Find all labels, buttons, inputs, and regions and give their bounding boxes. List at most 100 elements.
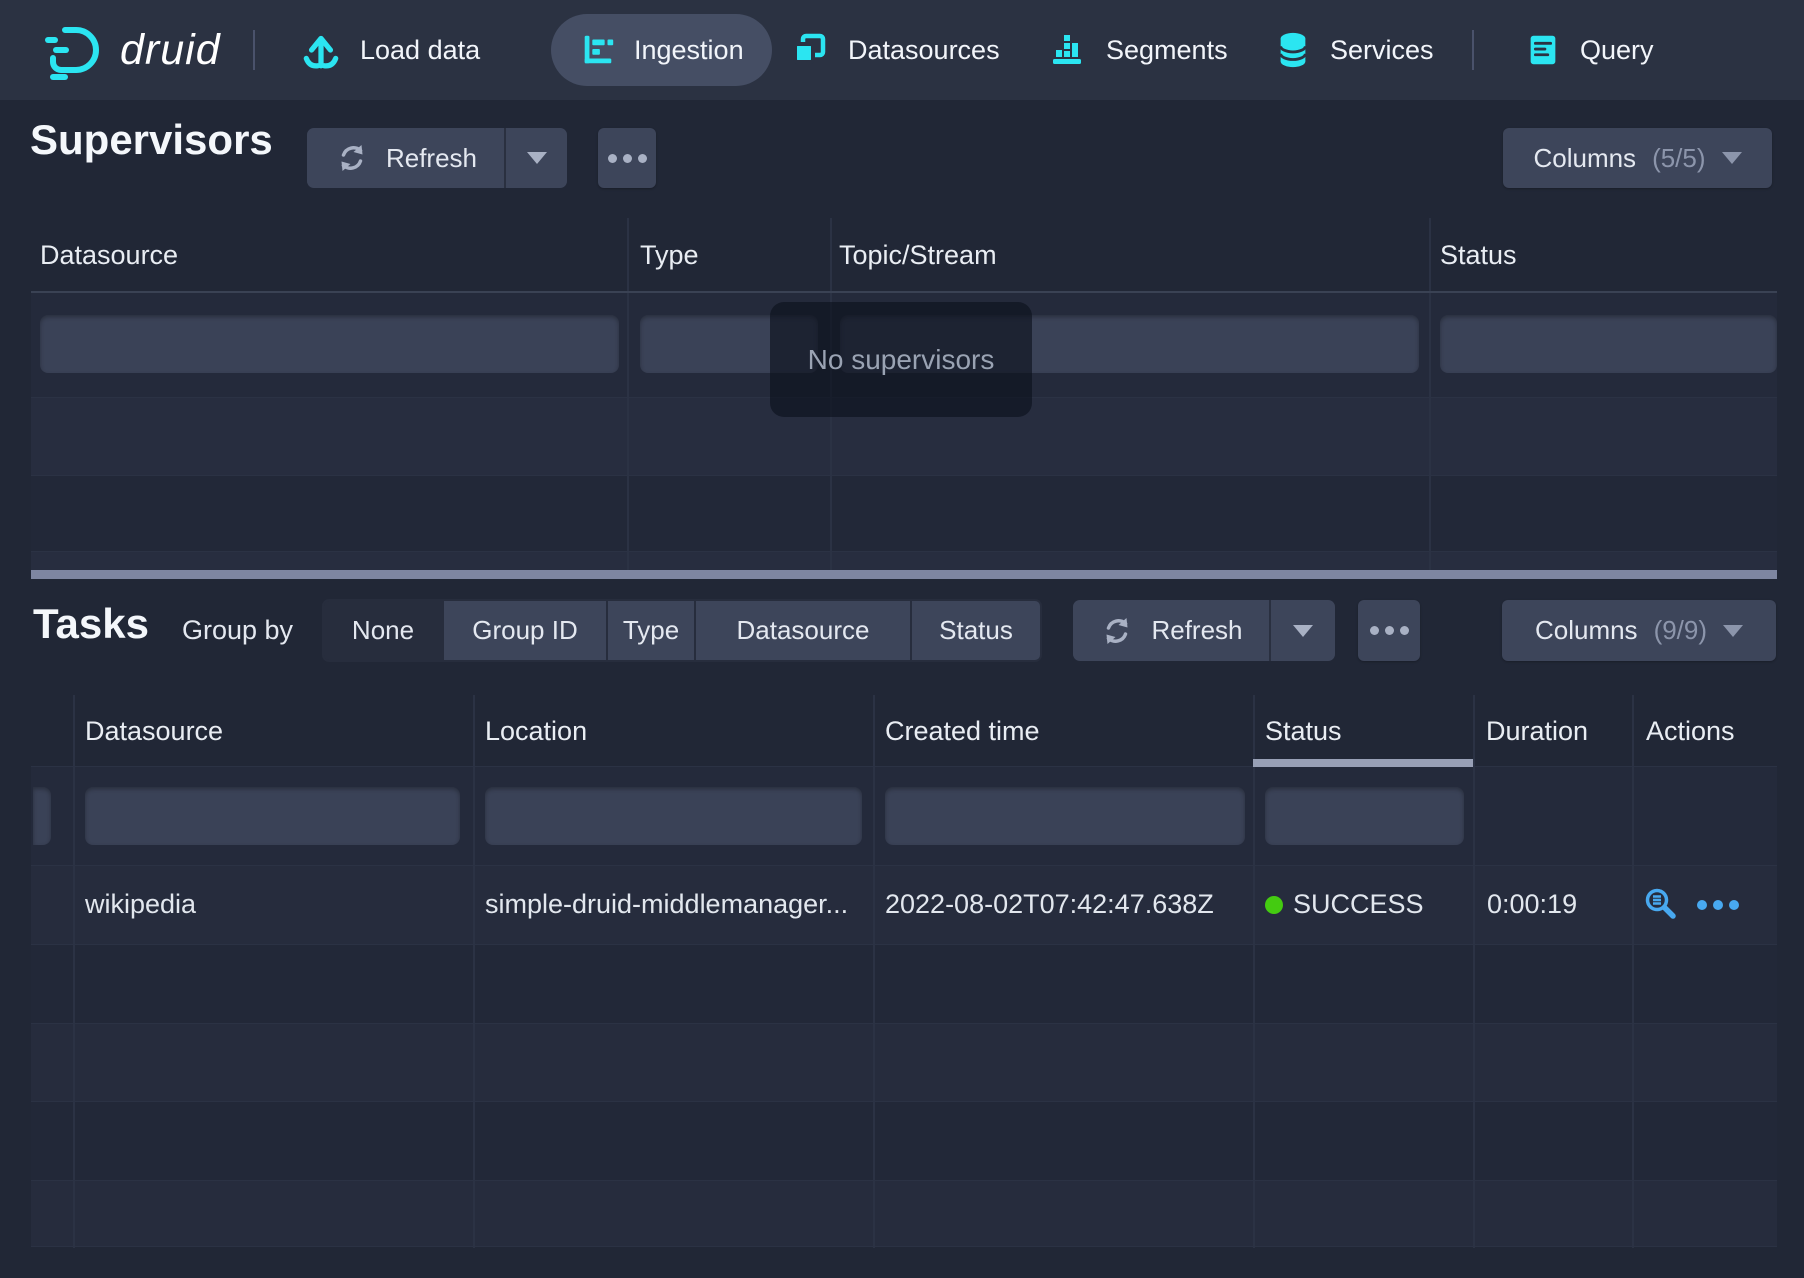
- supervisors-refresh-split-button: Refresh: [307, 128, 567, 188]
- tasks-more-button[interactable]: [1358, 600, 1420, 661]
- column-divider: [1473, 695, 1475, 1248]
- column-header-status[interactable]: Status: [1440, 218, 1517, 293]
- brand-wordmark: druid: [120, 26, 221, 75]
- location-filter-input[interactable]: [485, 787, 862, 845]
- columns-count: (5/5): [1652, 143, 1705, 174]
- column-divider: [873, 695, 875, 1248]
- nav-item-label: Ingestion: [634, 35, 744, 66]
- tasks-title: Tasks: [33, 600, 149, 648]
- column-header-type[interactable]: Type: [640, 218, 699, 293]
- task-actions-cell: [1643, 865, 1739, 944]
- column-header-topic-stream[interactable]: Topic/Stream: [839, 218, 997, 293]
- task-actions-more-icon[interactable]: [1697, 900, 1739, 910]
- created-time-filter-input[interactable]: [885, 787, 1245, 845]
- query-console-icon: [1524, 31, 1562, 69]
- success-status-dot: [1265, 896, 1283, 914]
- chevron-down-icon: [1722, 152, 1742, 164]
- column-header-datasource[interactable]: Datasource: [40, 218, 178, 293]
- column-divider: [1253, 695, 1255, 1248]
- row-divider: [31, 1023, 1777, 1024]
- sort-indicator-status: [1253, 759, 1473, 767]
- column-divider: [1429, 218, 1431, 570]
- task-status-cell: SUCCESS: [1265, 865, 1470, 944]
- layers-icon: [790, 30, 830, 70]
- column-header-duration[interactable]: Duration: [1486, 695, 1588, 767]
- row-divider: [31, 551, 1777, 552]
- group-by-status-button[interactable]: Status: [912, 601, 1040, 660]
- column-divider: [73, 695, 75, 1248]
- task-datasource-cell: wikipedia: [85, 865, 455, 944]
- horizontal-scrollbar[interactable]: [31, 570, 1777, 579]
- supervisors-columns-button[interactable]: Columns (5/5): [1503, 128, 1772, 188]
- nav-divider: [1472, 30, 1474, 70]
- row-divider: [31, 475, 1777, 476]
- status-filter-input[interactable]: [1440, 315, 1777, 373]
- task-duration-cell: 0:00:19: [1487, 865, 1627, 944]
- group-by-none-button[interactable]: None: [324, 601, 442, 660]
- druid-console: druid Load data: [0, 0, 1804, 1278]
- row-divider: [31, 1246, 1777, 1247]
- supervisors-empty-row: [31, 551, 1777, 570]
- nav-item-label: Datasources: [848, 35, 1000, 66]
- supervisors-refresh-button[interactable]: Refresh: [307, 128, 504, 188]
- header-divider: [31, 291, 1777, 293]
- column-header-location[interactable]: Location: [485, 695, 587, 767]
- column-divider: [1632, 695, 1634, 1248]
- tasks-refresh-split-button: Refresh: [1073, 600, 1335, 661]
- group-by-type-button[interactable]: Type: [608, 601, 694, 660]
- supervisors-more-button[interactable]: [598, 128, 656, 188]
- column-header-created-time[interactable]: Created time: [885, 695, 1040, 767]
- columns-count: (9/9): [1654, 615, 1707, 646]
- column-header-actions[interactable]: Actions: [1646, 695, 1735, 767]
- upload-arrow-icon: [300, 29, 342, 71]
- nav-item-datasources[interactable]: Datasources: [790, 0, 1000, 100]
- task-created-time-cell: 2022-08-02T07:42:47.638Z: [885, 865, 1250, 944]
- tasks-empty-row: [31, 1023, 1777, 1101]
- header-divider: [31, 766, 1777, 767]
- chevron-down-icon: [1723, 625, 1743, 637]
- columns-label: Columns: [1535, 615, 1638, 646]
- tasks-empty-row: [31, 1101, 1777, 1180]
- row-divider: [31, 1180, 1777, 1181]
- refresh-label: Refresh: [1151, 615, 1242, 646]
- column-divider: [473, 695, 475, 1248]
- druid-logo[interactable]: druid: [40, 0, 221, 100]
- nav-item-label: Query: [1580, 35, 1654, 66]
- tasks-empty-row: [31, 1180, 1777, 1247]
- column-header-status[interactable]: Status: [1265, 695, 1342, 767]
- column-header-datasource[interactable]: Datasource: [85, 695, 223, 767]
- nav-item-load-data[interactable]: Load data: [300, 0, 480, 100]
- row-divider: [31, 865, 1777, 866]
- nav-item-ingestion[interactable]: Ingestion: [551, 14, 772, 86]
- supervisors-refresh-caret-button[interactable]: [506, 128, 567, 188]
- status-filter-input[interactable]: [1265, 787, 1464, 845]
- tasks-empty-row: [31, 944, 1777, 1023]
- tasks-refresh-caret-button[interactable]: [1271, 600, 1335, 661]
- nav-item-segments[interactable]: Segments: [1048, 0, 1228, 100]
- refresh-icon: [1099, 613, 1135, 649]
- database-icon: [1274, 30, 1312, 70]
- task-location-cell: simple-druid-middlemanager...: [485, 865, 863, 944]
- chevron-down-icon: [1293, 625, 1313, 637]
- task-status-text: SUCCESS: [1293, 889, 1424, 920]
- nav-item-label: Services: [1330, 35, 1434, 66]
- id-filter-input-clipped[interactable]: [33, 787, 51, 845]
- group-by-datasource-button[interactable]: Datasource: [696, 601, 910, 660]
- tasks-columns-button[interactable]: Columns (9/9): [1502, 600, 1776, 661]
- nav-item-query[interactable]: Query: [1524, 0, 1654, 100]
- datasource-filter-input[interactable]: [85, 787, 460, 845]
- refresh-label: Refresh: [386, 143, 477, 174]
- group-by-button-group: None Group ID Type Datasource Status: [322, 599, 1042, 662]
- datasource-filter-input[interactable]: [40, 315, 619, 373]
- nav-item-label: Segments: [1106, 35, 1228, 66]
- tasks-refresh-button[interactable]: Refresh: [1073, 600, 1269, 661]
- columns-label: Columns: [1533, 143, 1636, 174]
- nav-item-services[interactable]: Services: [1274, 0, 1434, 100]
- druid-logo-icon: [40, 17, 106, 83]
- nav-divider: [253, 30, 255, 70]
- no-supervisors-message: No supervisors: [770, 302, 1032, 417]
- group-by-group-id-button[interactable]: Group ID: [444, 601, 606, 660]
- bar-chart-icon: [1048, 30, 1088, 70]
- inspect-task-magnifier-icon[interactable]: [1643, 887, 1679, 923]
- nav-item-label: Load data: [360, 35, 480, 66]
